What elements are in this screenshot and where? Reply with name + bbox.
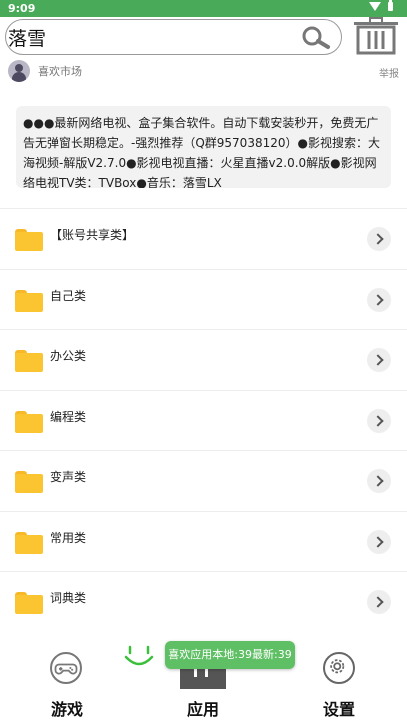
wifi-icon bbox=[369, 2, 381, 11]
avatar[interactable] bbox=[8, 60, 30, 82]
chevron-right-icon[interactable] bbox=[367, 348, 391, 372]
gear-icon bbox=[323, 652, 355, 684]
category-item[interactable]: 变声类 bbox=[0, 450, 407, 511]
category-label: 词典类 bbox=[50, 591, 87, 605]
category-label: 自己类 bbox=[50, 288, 87, 303]
chevron-right-icon[interactable] bbox=[367, 590, 391, 614]
folder-icon bbox=[15, 229, 43, 251]
gamepad-icon bbox=[50, 652, 82, 684]
folder-icon bbox=[15, 592, 43, 614]
category-list: 【账号共享类】 自己类 办公类 编程类 变声类 常用类 词典类 bbox=[0, 208, 407, 632]
battery-icon bbox=[388, 0, 393, 11]
chevron-right-icon[interactable] bbox=[367, 227, 391, 251]
category-label: 变声类 bbox=[50, 470, 87, 484]
search-icon[interactable] bbox=[298, 25, 332, 51]
category-label: 编程类 bbox=[50, 409, 87, 424]
folder-icon bbox=[15, 531, 43, 554]
category-label: 【账号共享类】 bbox=[50, 228, 135, 242]
category-item[interactable]: 【账号共享类】 bbox=[0, 208, 407, 269]
nav-games[interactable]: 游戏 bbox=[17, 633, 117, 725]
category-item[interactable]: 词典类 bbox=[0, 571, 407, 632]
category-label: 常用类 bbox=[50, 530, 87, 545]
category-item[interactable]: 自己类 bbox=[0, 268, 407, 330]
folder-icon bbox=[15, 471, 43, 493]
trash-icon[interactable] bbox=[352, 17, 400, 55]
status-time: 9:09 bbox=[8, 2, 36, 15]
nav-games-label: 游戏 bbox=[50, 700, 83, 719]
nav-apps-label: 应用 bbox=[186, 700, 219, 719]
search-input[interactable] bbox=[8, 23, 288, 51]
status-icons bbox=[369, 0, 393, 11]
market-label: 喜欢市场 bbox=[38, 65, 82, 78]
category-item[interactable]: 编程类 bbox=[0, 389, 407, 451]
notice-banner: ●●●最新网络电视、盒子集合软件。自动下载安装秒开，免费无广告无弹窗长期稳定。-… bbox=[16, 106, 391, 188]
chevron-right-icon[interactable] bbox=[367, 529, 391, 554]
folder-icon bbox=[15, 410, 43, 433]
report-link[interactable]: 举报 bbox=[379, 65, 399, 80]
category-item[interactable]: 常用类 bbox=[0, 510, 407, 572]
folder-icon bbox=[15, 350, 43, 372]
toast-message: 喜欢应用本地:39最新:39 bbox=[165, 641, 295, 669]
smile-icon bbox=[124, 645, 154, 666]
search-bar[interactable] bbox=[5, 19, 342, 55]
nav-settings[interactable]: 设置 bbox=[289, 633, 389, 725]
chevron-right-icon[interactable] bbox=[367, 469, 391, 493]
chevron-right-icon[interactable] bbox=[367, 287, 391, 312]
nav-settings-label: 设置 bbox=[322, 700, 355, 719]
chevron-right-icon[interactable] bbox=[367, 408, 391, 433]
category-item[interactable]: 办公类 bbox=[0, 329, 407, 390]
market-row: 喜欢市场 举报 bbox=[0, 57, 407, 85]
category-label: 办公类 bbox=[50, 349, 87, 363]
folder-icon bbox=[15, 289, 43, 312]
status-bar: 9:09 bbox=[0, 0, 407, 17]
